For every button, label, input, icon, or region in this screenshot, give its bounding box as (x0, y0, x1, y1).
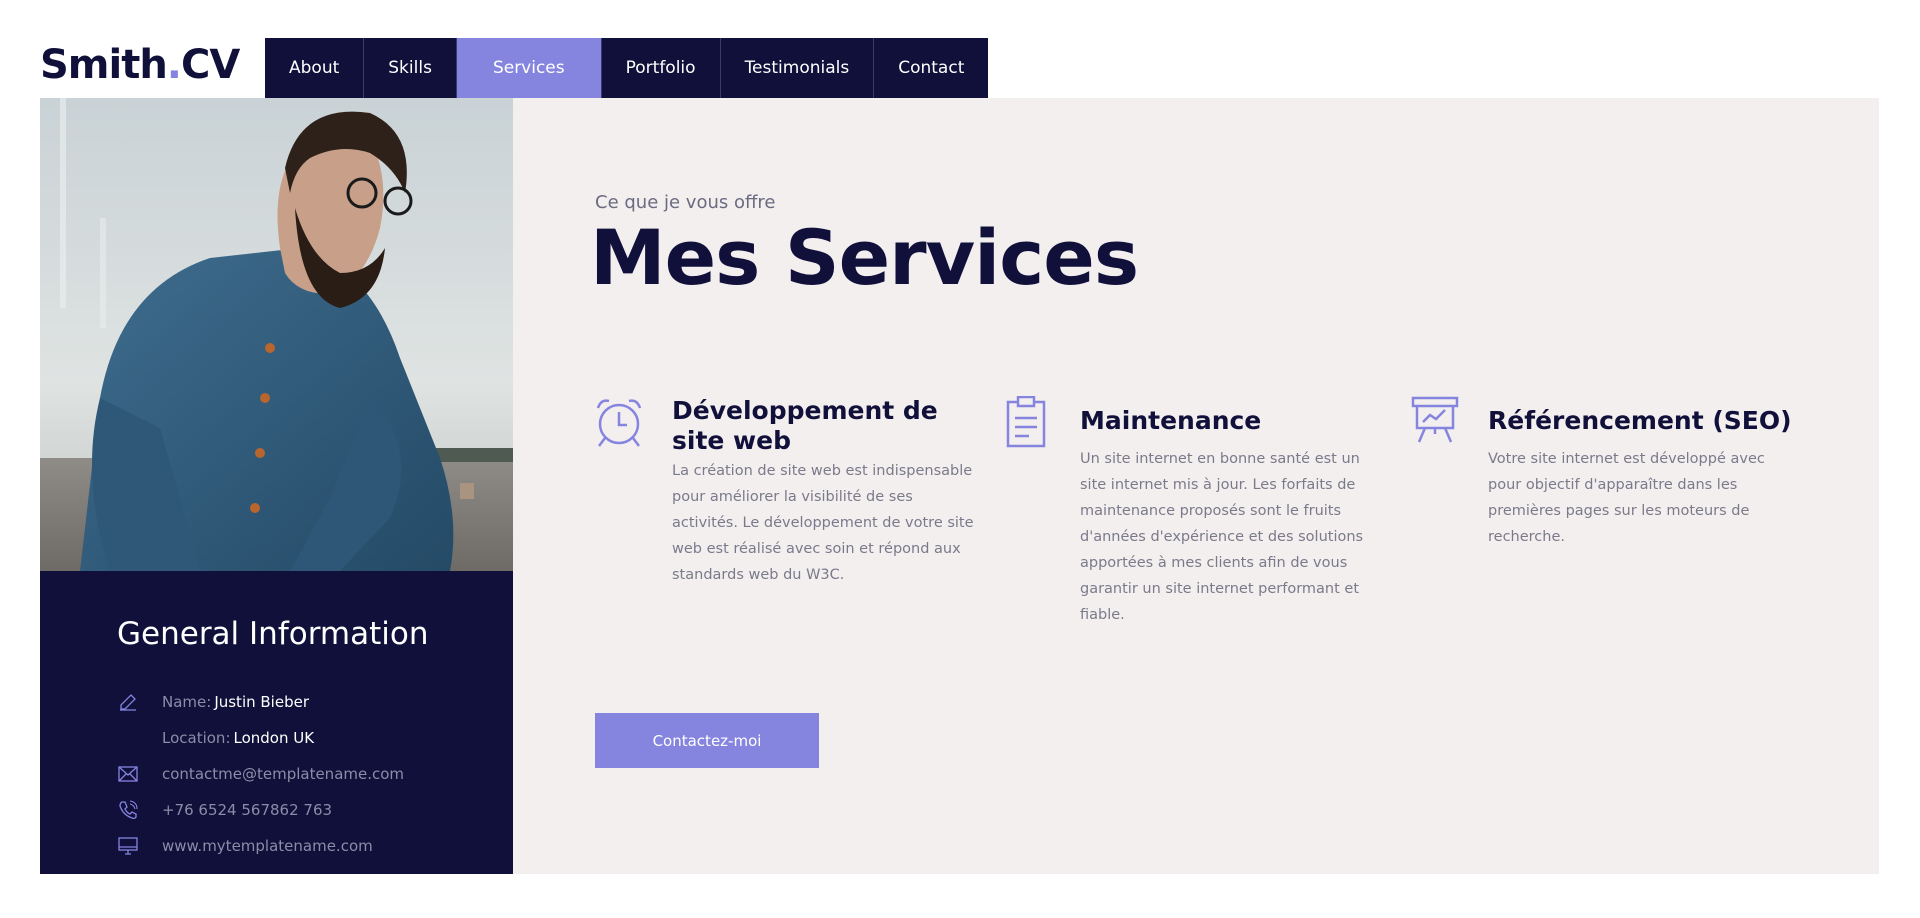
service-title: Développement de site web (672, 396, 938, 455)
nav-item-testimonials[interactable]: Testimonials (721, 38, 875, 98)
service-title: Maintenance (1080, 406, 1262, 435)
profile-photo (40, 98, 513, 571)
general-information-title: General Information (117, 616, 429, 652)
presentation-board-icon (1411, 396, 1459, 448)
nav-item-about[interactable]: About (265, 38, 365, 98)
service-title: Référencement (SEO) (1488, 406, 1792, 435)
services-section: Ce que je vous offre Mes Services Dévelo… (513, 98, 1879, 874)
pencil-icon (117, 691, 139, 713)
name-label: Name: (162, 693, 212, 711)
profile-column: General Information Name: Justin Bieber … (40, 98, 513, 874)
website-link[interactable]: www.mytemplatename.com (162, 837, 373, 855)
nav-item-portfolio[interactable]: Portfolio (602, 38, 721, 98)
phone-icon (117, 799, 139, 821)
location-label: Location: (162, 729, 231, 747)
monitor-icon (117, 835, 139, 857)
nav-item-services[interactable]: Services (456, 38, 602, 98)
info-email-row[interactable]: contactme@templatename.com (117, 763, 404, 785)
nav-item-skills[interactable]: Skills (364, 38, 457, 98)
general-information-panel: General Information Name: Justin Bieber … (40, 571, 513, 874)
info-location-row: Location: London UK (117, 727, 314, 749)
info-name-row: Name: Justin Bieber (117, 691, 309, 713)
alarm-clock-icon (595, 396, 643, 448)
service-description: Votre site internet est développé avec p… (1488, 451, 1765, 545)
name-value: Justin Bieber (214, 693, 309, 711)
service-description: La création de site web est indispensabl… (672, 463, 974, 583)
envelope-icon (117, 763, 139, 785)
location-value: London UK (233, 729, 315, 747)
service-description: Un site internet en bonne santé est un s… (1080, 451, 1364, 623)
nav-item-contact[interactable]: Contact (874, 38, 988, 98)
section-title: Mes Services (590, 213, 1139, 302)
contact-me-button[interactable]: Contactez-moi (595, 713, 819, 768)
main-nav: About Skills Services Portfolio Testimon… (265, 38, 989, 98)
info-phone-row[interactable]: +76 6524 567862 763 (117, 799, 332, 821)
phone-link[interactable]: +76 6524 567862 763 (162, 801, 332, 819)
site-logo[interactable]: Smith.CV (40, 40, 240, 90)
clipboard-icon (1003, 395, 1051, 448)
email-link[interactable]: contactme@templatename.com (162, 765, 404, 783)
info-website-row[interactable]: www.mytemplatename.com (117, 835, 373, 857)
